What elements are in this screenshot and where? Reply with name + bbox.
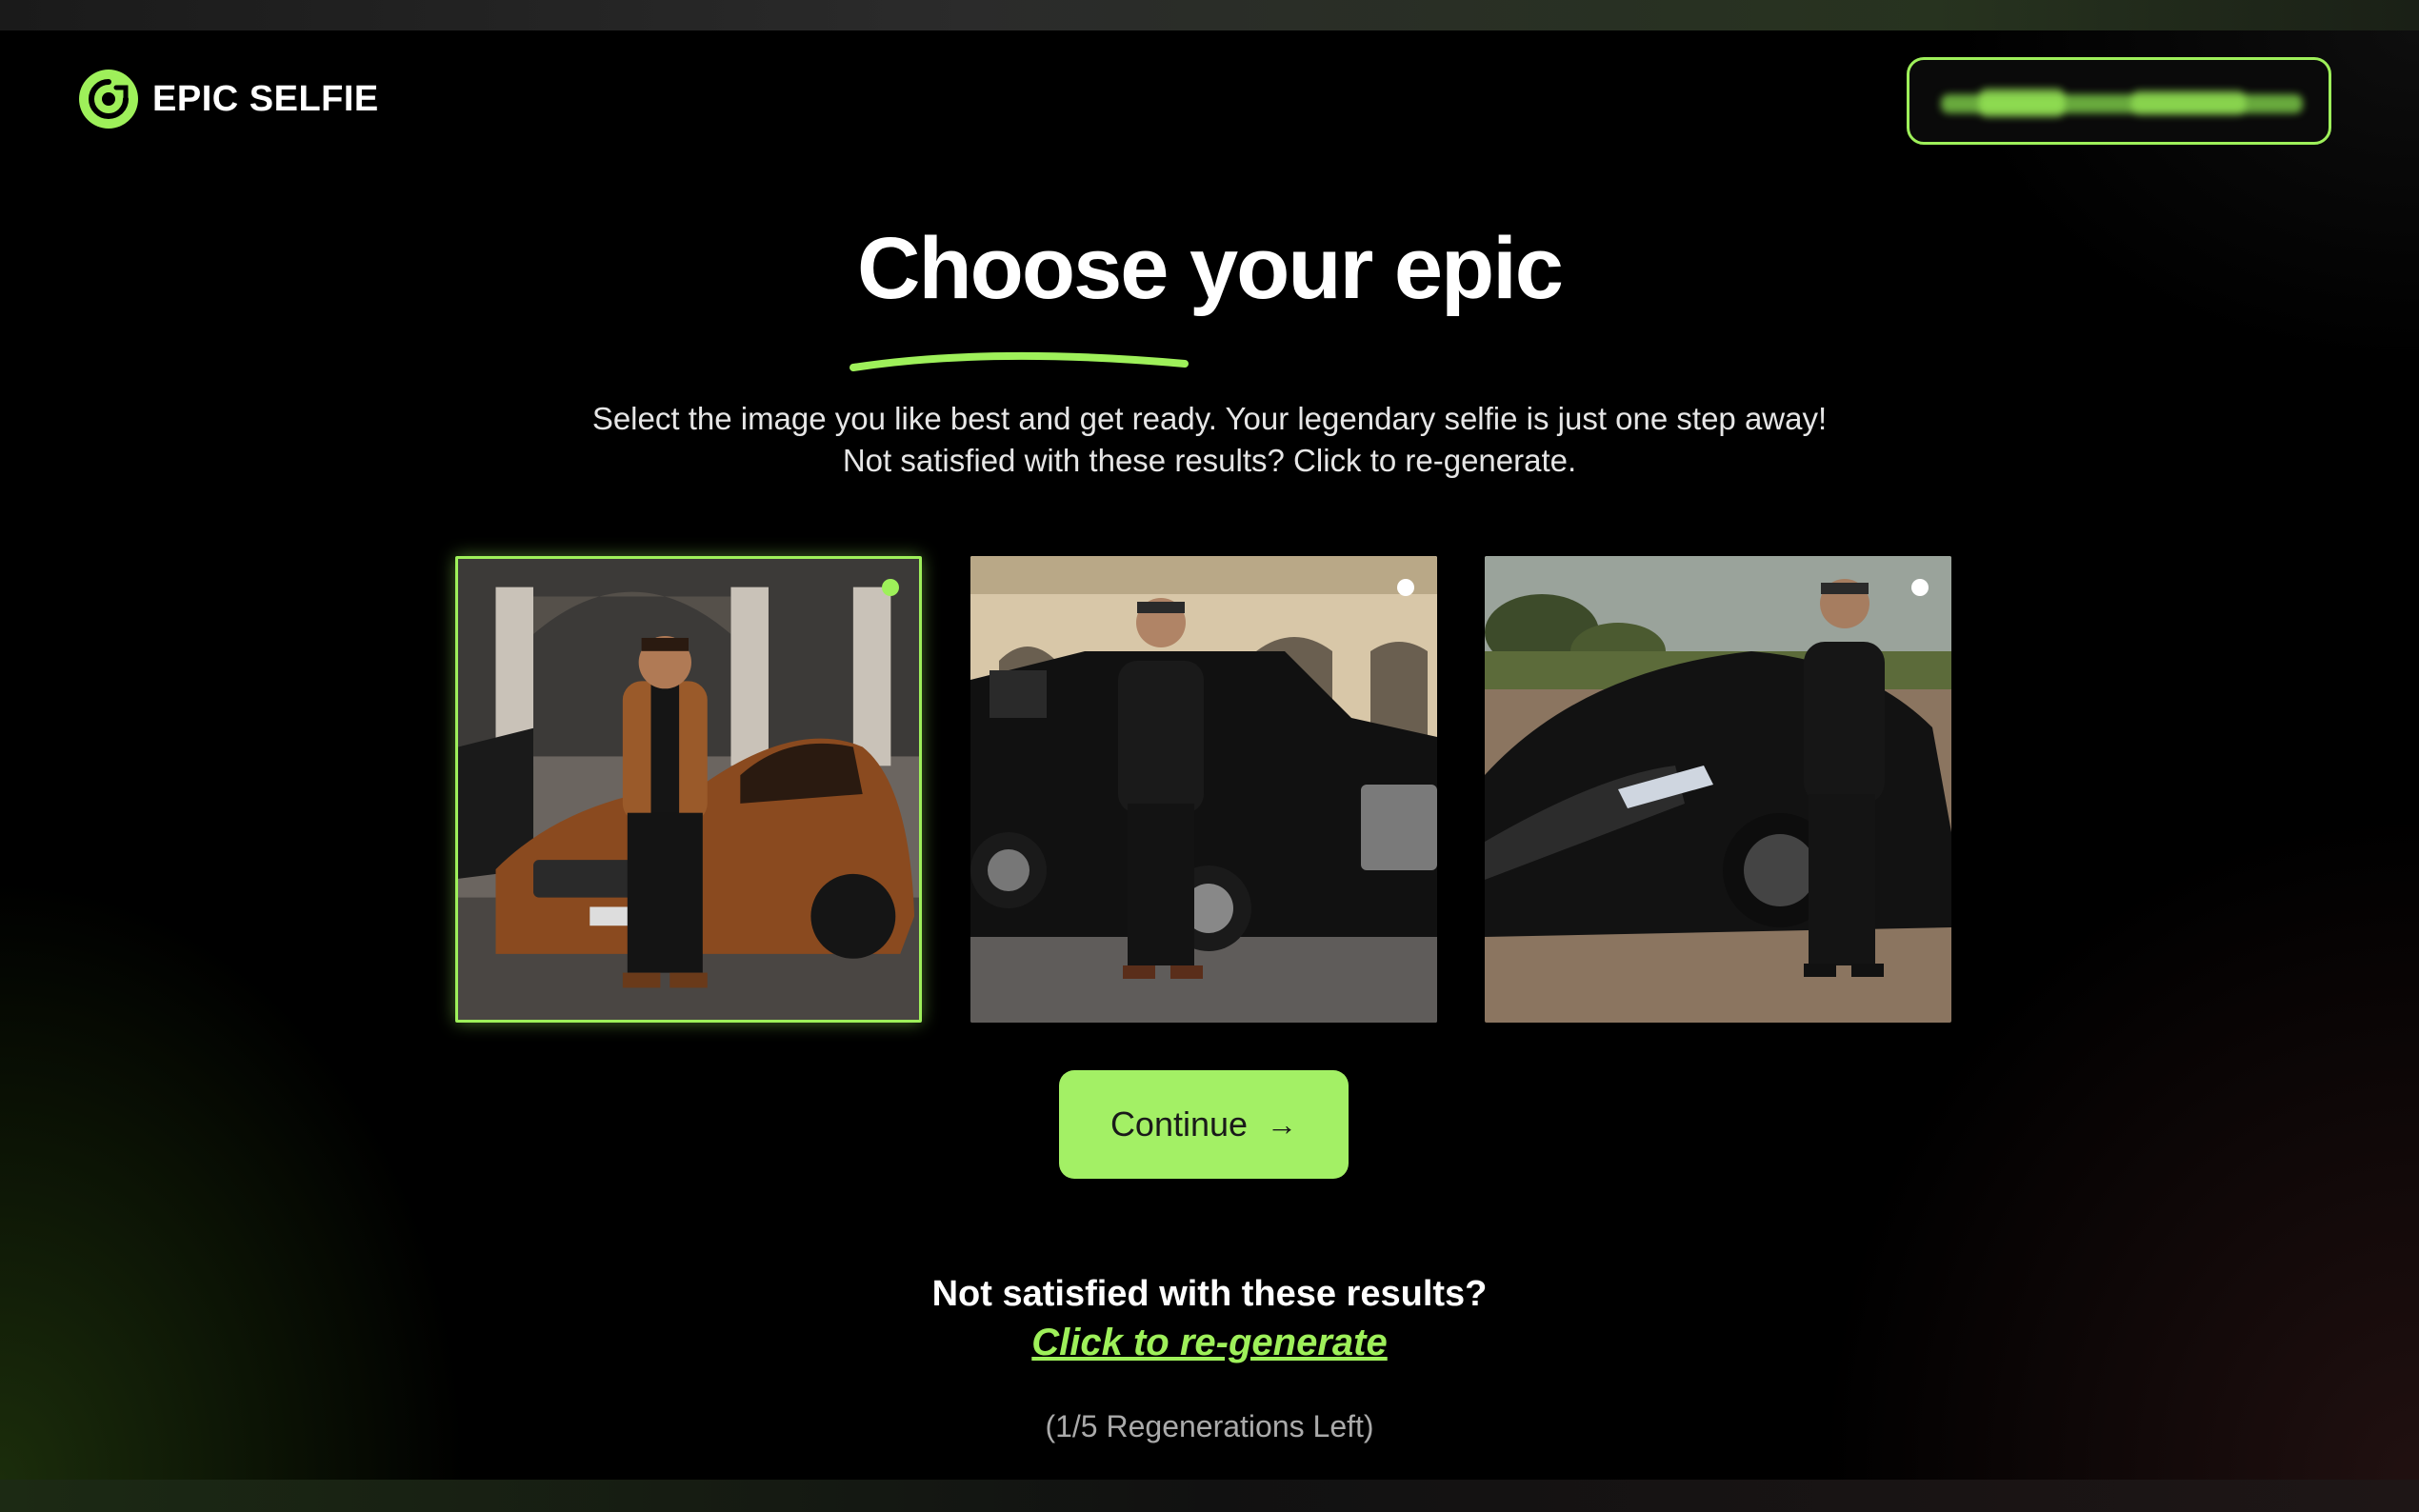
subtitle-line-1: Select the image you like best and get r… — [591, 401, 1828, 436]
continue-button[interactable]: Continue → — [1059, 1070, 1349, 1179]
generated-image-1 — [458, 559, 919, 1020]
app-window: EPIC SELFIE Choose your epic Select the … — [0, 30, 2419, 1480]
continue-label: Continue — [1110, 1104, 1249, 1144]
page-title: Choose your epic — [857, 220, 1564, 317]
selected-indicator — [882, 579, 899, 596]
regenerate-question: Not satisfied with these results? — [931, 1274, 1488, 1314]
image-option-3[interactable] — [1485, 556, 1951, 1023]
image-option-1[interactable] — [455, 556, 922, 1023]
regenerations-left: (1/5 Regenerations Left) — [1045, 1409, 1374, 1443]
top-strip — [0, 0, 2419, 30]
generated-image-2 — [970, 556, 1437, 1023]
blurred-account-text — [1941, 89, 2303, 117]
select-indicator — [1911, 579, 1929, 596]
regenerate-link[interactable]: Click to re-generate — [0, 1322, 2419, 1364]
subtitle-line-2: Not satisfied with these results? Click … — [842, 443, 1577, 478]
bottom-strip — [0, 1480, 2419, 1512]
arrow-right-icon: → — [1267, 1106, 1298, 1142]
image-option-2[interactable] — [970, 556, 1437, 1023]
logo[interactable]: EPIC SELFIE — [78, 69, 379, 129]
logo-icon — [79, 70, 138, 129]
logo-text: EPIC SELFIE — [152, 78, 379, 119]
page-subtitle: Select the image you like best and get r… — [0, 398, 2419, 482]
select-indicator — [1397, 579, 1414, 596]
account-button[interactable] — [1907, 57, 2331, 145]
title-underline — [850, 351, 1189, 371]
generated-image-3 — [1485, 556, 1951, 1023]
